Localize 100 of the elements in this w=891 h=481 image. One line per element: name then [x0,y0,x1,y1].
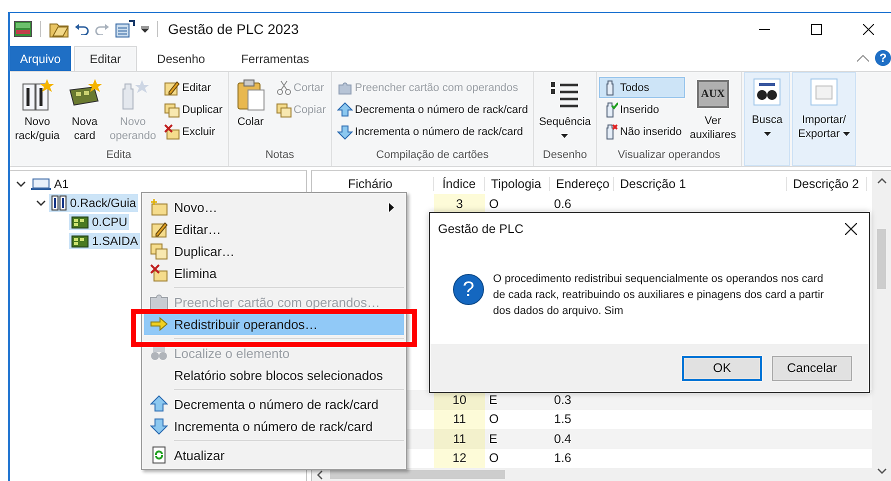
binoculars-icon [150,344,168,362]
ribbon-button[interactable]: Incrementa o número de rack/card [334,121,531,142]
expand-chevron-icon[interactable] [36,200,46,206]
rack-icon [51,194,67,210]
pencil-icon [164,80,180,96]
undo-icon[interactable] [75,23,89,35]
table-cell: 12 [434,448,485,468]
column-header[interactable]: Endereço [550,177,614,191]
help-button[interactable]: ? [875,50,891,66]
table-cell-text: 0.3 [553,392,572,409]
horizontal-scrollbar[interactable] [312,468,872,481]
circuit-card-icon [71,234,89,248]
table-cell-text: 0.6 [553,196,572,213]
ribbon-button[interactable]: Inserido [598,99,685,120]
delete-icon [150,264,168,282]
arrow-right-icon [150,315,168,333]
column-header[interactable]: Índice [434,177,485,191]
ribbon-tab[interactable]: Ferramentas [225,46,326,71]
dialog-title: Gestão de PLC [438,222,524,236]
table-cell-text: 0.4 [553,430,572,448]
ribbon-tab[interactable]: Desenho [141,46,222,71]
table-cell-text: O [488,411,500,428]
column-header[interactable]: Descrição 2 [787,177,867,191]
vertical-scrollbar[interactable] [872,171,891,481]
group-label: Edita [105,149,132,163]
tree-item[interactable]: 1.SAIDA [69,232,140,248]
menu-item[interactable]: Incrementa o número de rack/card [144,415,404,437]
menu-item[interactable]: Atualizar [144,444,404,466]
table-cell: 3 [434,194,485,214]
ribbon-button[interactable]: Sequência [536,75,594,149]
rack-icon [20,78,54,112]
menu-item[interactable]: Duplicar… [144,240,404,262]
group-label: Visualizar operandos [616,149,722,163]
monitor-icon [31,178,51,190]
copy-icon [164,102,180,118]
close-icon[interactable] [845,223,857,235]
ribbon-tab[interactable]: Arquivo [10,46,71,71]
dropdown-caret-icon[interactable] [141,25,149,33]
delete-icon [164,124,180,140]
table-cell-text: O [488,196,500,213]
ribbon-button[interactable]: Editar [161,77,226,98]
table-cell: 11 [434,410,485,429]
arrow-down-icon [150,417,168,435]
tree-item[interactable]: 0.Rack/Guia [49,194,138,212]
table-cell-text: 1.5 [553,411,572,428]
scroll-thumb[interactable] [877,229,886,289]
column-header[interactable]: Descrição 1 [614,177,787,191]
ribbon-button[interactable]: Novo rack/guia [12,75,63,149]
ribbon-button[interactable]: Colar [230,75,270,149]
table-cell-text: O [488,450,500,468]
group-label: Compilação de cartões [375,149,490,163]
group-label: Notas [264,149,296,163]
pencil-icon [150,220,168,238]
column-header[interactable]: Fichário [342,177,434,191]
circuit-card-icon [71,214,89,228]
menu-item[interactable]: Novo… [144,196,404,218]
scroll-left-icon[interactable] [316,470,324,480]
arrow-down-icon [336,124,353,140]
scroll-down-icon[interactable] [876,467,886,475]
close-icon[interactable] [862,24,874,34]
table-cell-text: E [488,392,498,409]
maximize-icon[interactable] [810,24,822,34]
puzzle-icon [336,80,353,96]
tree-item[interactable]: 0.CPU [69,214,130,230]
ribbon-button[interactable]: AUX Ver auxiliares [686,75,740,149]
arrow-up-icon [336,102,353,118]
menu-item[interactable]: Redistribuir operandos… [144,313,404,335]
menu-item[interactable]: Decrementa o número de rack/card [144,393,404,415]
ribbon-button[interactable]: Excluir [161,121,226,142]
ribbon-button[interactable]: Não inserido [598,121,685,142]
question-icon: ? [453,274,484,305]
properties-icon[interactable] [115,20,135,38]
minimize-icon[interactable] [758,28,770,30]
table-cell: 11 [434,429,485,448]
app-icon [14,21,32,37]
ribbon-button[interactable]: Duplicar [161,99,226,120]
window-title: Gestão de PLC 2023 [168,21,299,37]
menu-item[interactable]: Elimina [144,262,404,284]
group-label: Desenho [542,149,588,163]
copy-icon [276,102,292,118]
arrow-up-icon [150,395,168,413]
scroll-up-icon[interactable] [876,177,886,185]
expand-chevron-icon[interactable] [16,180,26,186]
ribbon-button[interactable]: Decrementa o número de rack/card [334,99,531,120]
table-cell-text: E [488,430,498,448]
dialog-button[interactable]: Cancelar [772,356,852,380]
scissors-icon [276,80,292,96]
copy-icon [150,242,168,260]
dialog-button[interactable]: OK [682,356,762,380]
tree-item[interactable]: A1 [29,176,71,192]
ribbon-button[interactable]: Nova card [64,75,105,149]
menu-item[interactable]: Editar… [144,218,404,240]
menu-item[interactable]: Relatório sobre blocos selecionados [144,364,404,386]
new-folder-icon [150,198,168,216]
column-header[interactable]: Tipologia [485,177,550,191]
ribbon-button[interactable]: Todos [598,77,685,98]
aux-icon: AUX [696,80,729,108]
scroll-thumb[interactable] [330,470,505,479]
ribbon-tab[interactable]: Editar [74,46,138,71]
collapse-ribbon-icon[interactable] [857,55,869,62]
